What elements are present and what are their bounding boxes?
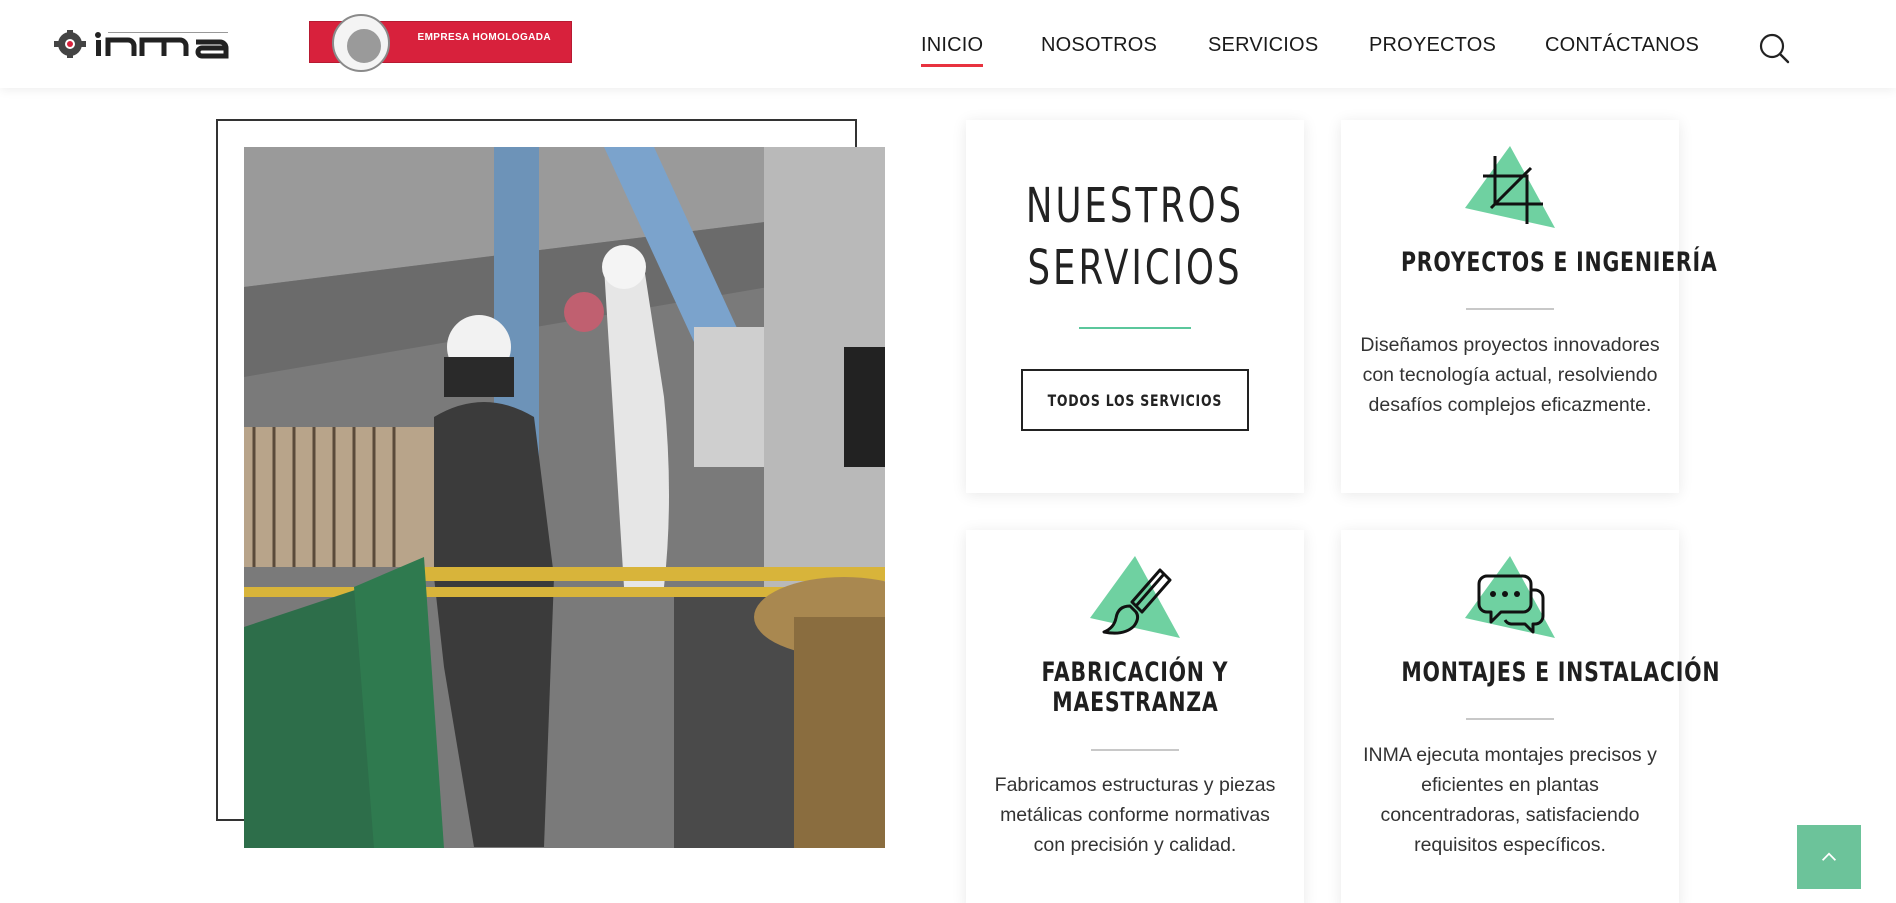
service-description: Diseñamos proyectos innovadores con tecn…: [1360, 334, 1660, 416]
nav-item-inicio[interactable]: INICIO: [921, 34, 984, 67]
service-divider: [1466, 718, 1554, 720]
service-card-proyectos[interactable]: PROYECTOS E INGENIERÍA Diseñamos proyect…: [1341, 120, 1718, 493]
service-title: PROYECTOS E INGENIERÍA: [1400, 247, 1718, 278]
services-heading: NUESTROS SERVICIOS: [1010, 175, 1260, 299]
nav-item-contactanos[interactable]: CONTÁCTANOS: [1545, 34, 1699, 57]
nav-item-proyectos[interactable]: PROYECTOS: [1369, 34, 1496, 57]
service-description: INMA ejecuta montajes precisos y eficien…: [1363, 744, 1657, 856]
all-services-button-label: TODOS LOS SERVICIOS: [1047, 390, 1223, 410]
services-title-card: NUESTROS SERVICIOS TODOS LOS SERVICIOS: [966, 120, 1304, 493]
chat-bubbles-icon: [1465, 556, 1555, 646]
bureau-veritas-logo[interactable]: EMPRESA HOMOLOGADA: [309, 14, 572, 72]
inma-logo[interactable]: [48, 26, 273, 62]
services-heading-line2: SERVICIOS: [1027, 240, 1243, 296]
search-icon[interactable]: [1758, 32, 1790, 64]
service-title: MONTAJES E INSTALACIÓN: [1401, 657, 1721, 688]
all-services-button[interactable]: TODOS LOS SERVICIOS: [1021, 369, 1249, 431]
service-title: FABRICACIÓN Y MAESTRANZA: [1041, 657, 1229, 718]
workers-photo: [244, 147, 885, 848]
crop-icon: [1465, 146, 1555, 236]
bureau-veritas-seal-icon: [332, 14, 390, 72]
service-card-montajes[interactable]: MONTAJES E INSTALACIÓN INMA ejecuta mont…: [1341, 530, 1721, 903]
heading-accent-line: [1079, 327, 1191, 329]
services-heading-line1: NUESTROS: [1025, 178, 1245, 234]
nav-item-nosotros[interactable]: NOSOTROS: [1041, 34, 1157, 57]
site-header: EMPRESA HOMOLOGADA INICIO NOSOTROS SERVI…: [0, 0, 1896, 88]
service-divider: [1091, 749, 1179, 751]
service-divider: [1466, 308, 1554, 310]
service-description: Fabricamos estructuras y piezas metálica…: [994, 774, 1276, 856]
nav-item-servicios[interactable]: SERVICIOS: [1208, 34, 1318, 57]
scroll-to-top-button[interactable]: [1797, 825, 1861, 889]
chevron-up-icon: [1821, 852, 1837, 861]
paintbrush-icon: [1090, 556, 1180, 646]
service-card-fabricacion[interactable]: FABRICACIÓN Y MAESTRANZA Fabricamos estr…: [966, 530, 1304, 903]
homologated-badge-text: EMPRESA HOMOLOGADA: [417, 32, 551, 43]
